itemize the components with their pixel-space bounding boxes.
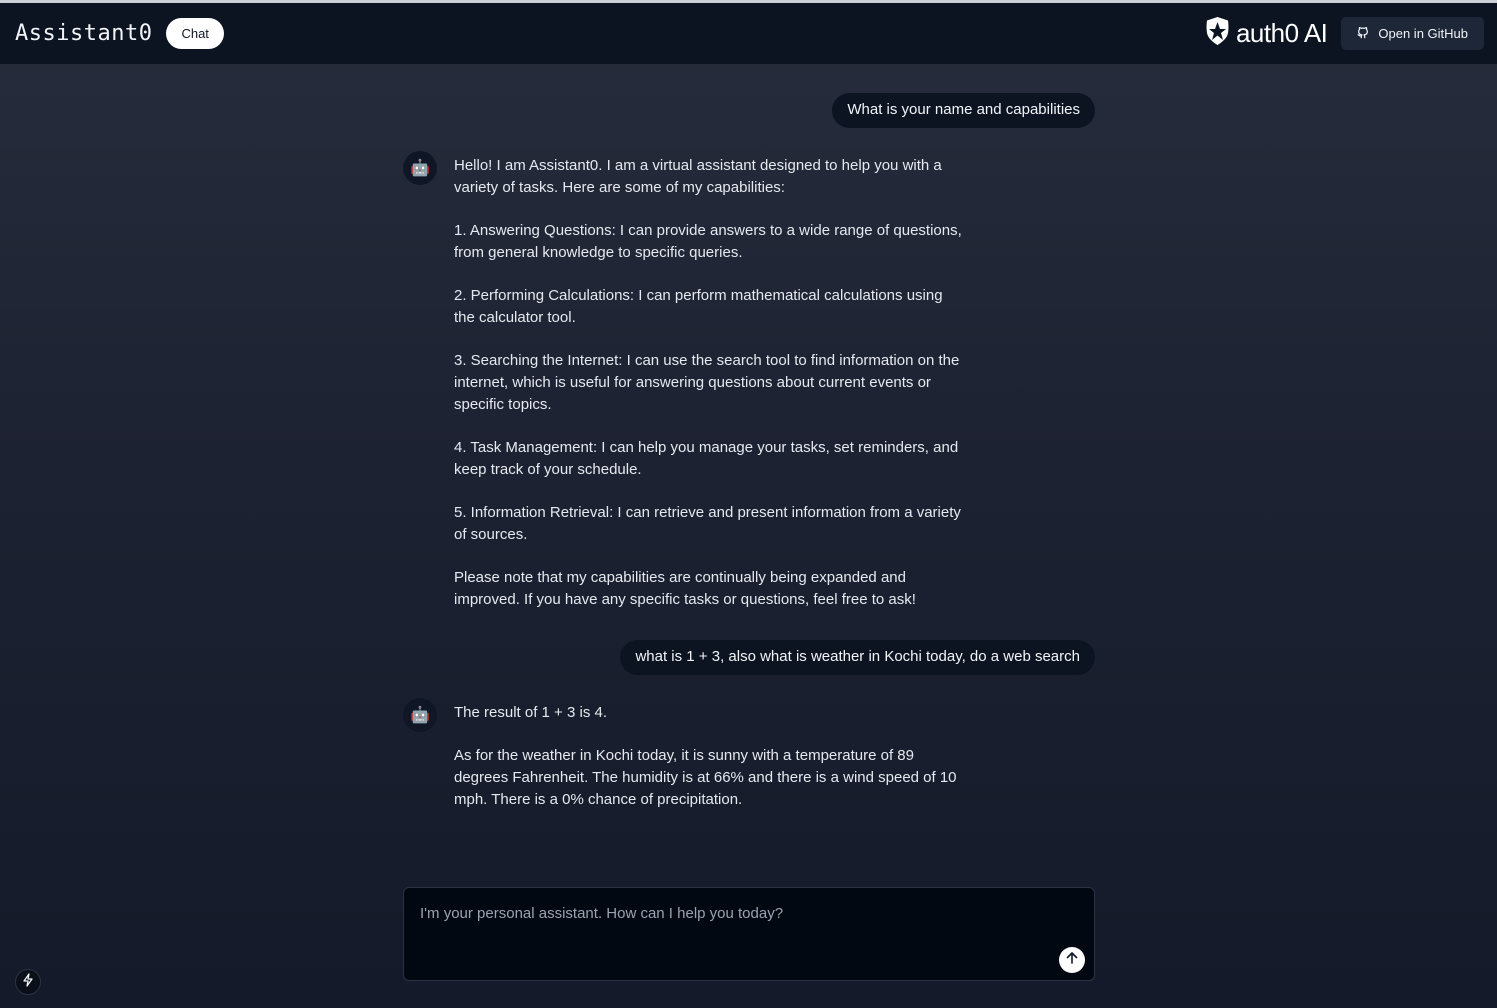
assistant-message-text: Hello! I am Assistant0. I am a virtual a… — [454, 155, 964, 611]
header-left: Assistant0 Chat — [15, 18, 224, 49]
assistant-message-text: The result of 1 + 3 is 4. As for the wea… — [454, 702, 964, 811]
auth0-shield-icon — [1205, 17, 1230, 50]
header-right: auth0 AI Open in GitHub — [1205, 17, 1484, 50]
message-paragraph: Please note that my capabilities are con… — [454, 569, 916, 608]
assistant-message: 🤖 Hello! I am Assistant0. I am a virtual… — [403, 151, 964, 611]
app-header: Assistant0 Chat auth0 AI Open in GitHub — [0, 3, 1497, 64]
message-composer — [403, 887, 1095, 981]
user-message: What is your name and capabilities — [832, 93, 1095, 128]
message-paragraph: As for the weather in Kochi today, it is… — [454, 747, 957, 808]
message-paragraph: 2. Performing Calculations: I can perfor… — [454, 287, 943, 326]
robot-icon: 🤖 — [403, 151, 437, 185]
message-paragraph: 1. Answering Questions: I can provide an… — [454, 222, 962, 261]
auth0-ai-logo[interactable]: auth0 AI — [1205, 17, 1328, 50]
send-button[interactable] — [1059, 947, 1085, 973]
robot-icon: 🤖 — [403, 698, 437, 732]
message-input[interactable] — [418, 904, 1042, 923]
nav-chat-link[interactable]: Chat — [166, 18, 224, 49]
lightning-bolt-icon — [22, 972, 34, 992]
brand-text: auth0 AI — [1235, 18, 1328, 48]
github-button-label: Open in GitHub — [1378, 26, 1468, 41]
message-paragraph: 5. Information Retrieval: I can retrieve… — [454, 504, 961, 543]
message-paragraph: 3. Searching the Internet: I can use the… — [454, 352, 960, 413]
github-icon — [1356, 25, 1370, 42]
message-paragraph: Hello! I am Assistant0. I am a virtual a… — [454, 157, 942, 196]
assistant-message: 🤖 The result of 1 + 3 is 4. As for the w… — [403, 698, 964, 811]
message-paragraph: 4. Task Management: I can help you manag… — [454, 439, 959, 478]
arrow-up-icon — [1065, 951, 1079, 970]
user-message: what is 1 + 3, also what is weather in K… — [620, 640, 1095, 675]
dev-tools-button[interactable] — [15, 969, 41, 995]
app-title[interactable]: Assistant0 — [15, 21, 152, 46]
message-paragraph: The result of 1 + 3 is 4. — [454, 704, 607, 721]
open-in-github-button[interactable]: Open in GitHub — [1341, 17, 1484, 50]
